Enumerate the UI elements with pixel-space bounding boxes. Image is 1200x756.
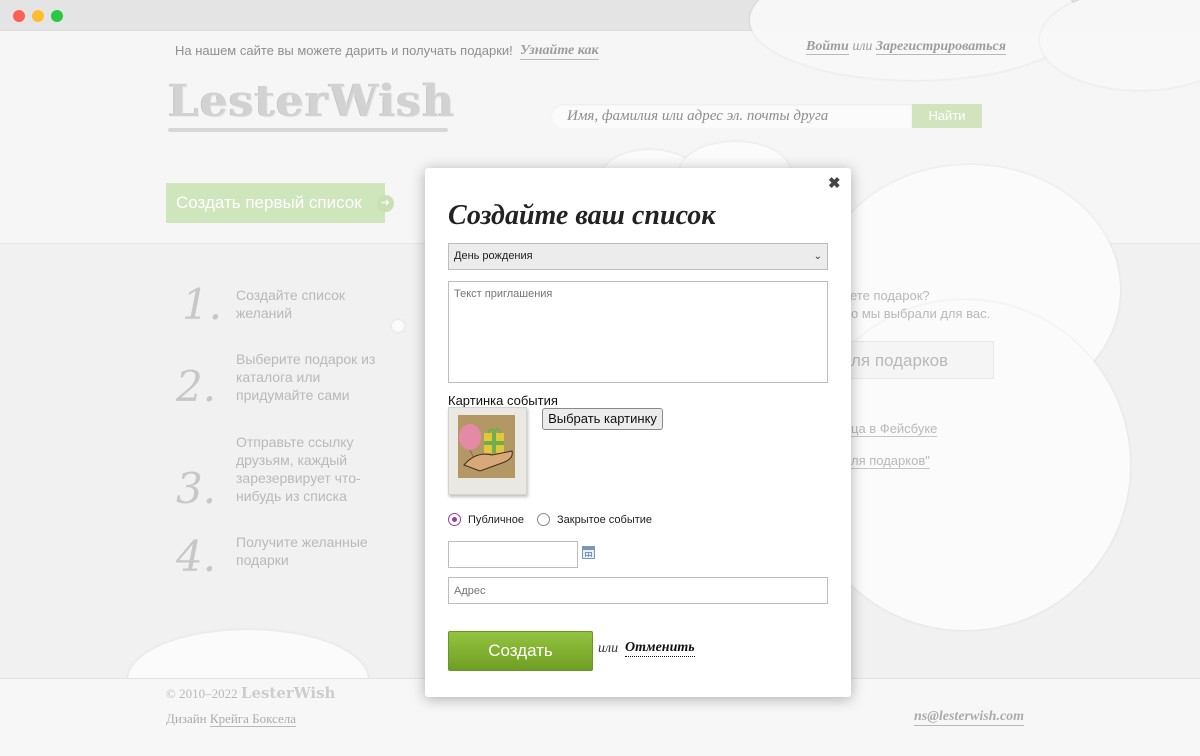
close-icon[interactable]: ✖ (828, 174, 841, 192)
event-date-input[interactable] (448, 541, 578, 568)
minimize-window-dot[interactable] (32, 10, 44, 22)
invite-text-area[interactable] (448, 281, 828, 383)
create-button[interactable]: Создать (448, 631, 593, 671)
maximize-window-dot[interactable] (51, 10, 63, 22)
private-event-radio[interactable] (537, 513, 550, 526)
close-window-dot[interactable] (13, 10, 25, 22)
modal-title: Создайте ваш список (448, 200, 716, 231)
or-text: или (598, 641, 619, 656)
event-type-select[interactable]: День рождения ⌄ (448, 243, 828, 270)
private-event-label: Закрытое событие (557, 514, 653, 526)
event-picture-thumbnail (458, 415, 515, 478)
public-event-radio[interactable] (448, 513, 461, 526)
cancel-link[interactable]: Отменить (625, 640, 695, 657)
calendar-icon[interactable] (582, 546, 595, 559)
choose-picture-button[interactable]: Выбрать картинку (542, 408, 663, 430)
event-type-value: День рождения (454, 250, 533, 262)
chevron-down-icon: ⌄ (813, 251, 822, 262)
public-event-label: Публичное (468, 514, 524, 526)
address-input[interactable] (448, 577, 828, 604)
gift-hand-illustration (458, 415, 515, 478)
event-picture-label: Картинка события (448, 393, 558, 408)
